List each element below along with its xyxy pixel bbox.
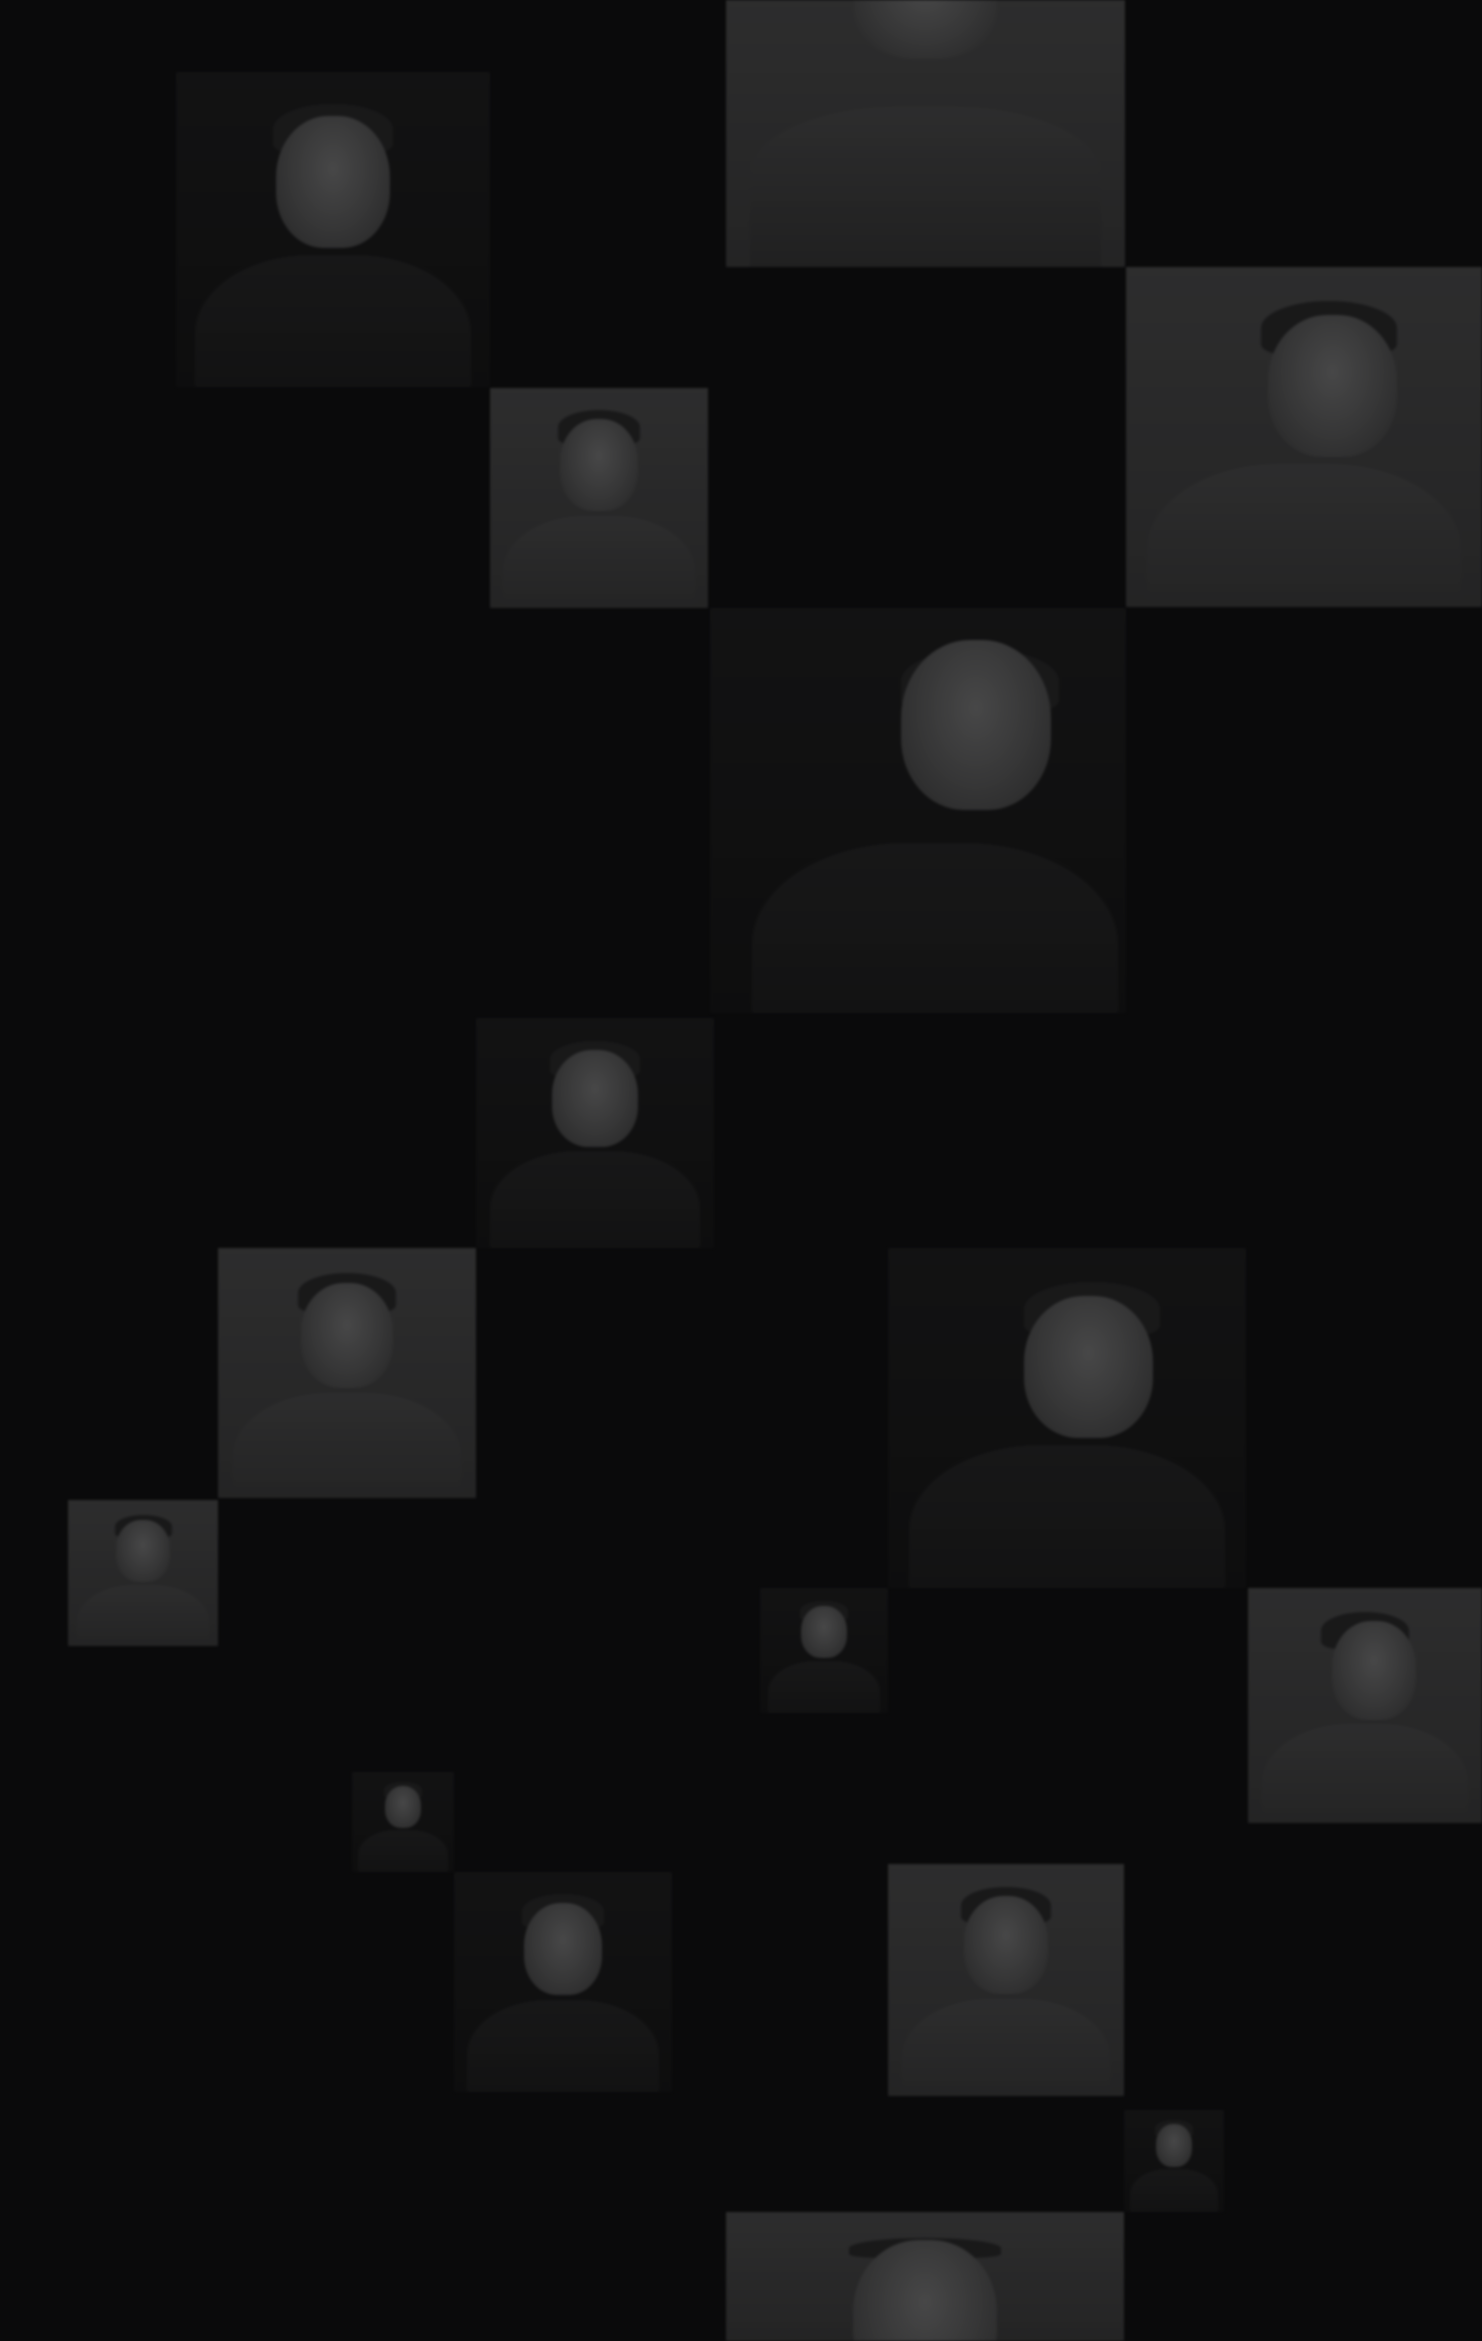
portrait-photo-3 [490,388,708,608]
portrait-photo-16 [726,2212,1124,2341]
portrait-photo-15 [1124,2110,1224,2212]
portrait-photo-11 [1248,1588,1482,1823]
portrait-photo-8 [888,1248,1246,1588]
portrait-photo-4 [1126,267,1482,607]
portrait-photo-13 [454,1872,672,2092]
portrait-photo-12 [352,1772,454,1872]
portrait-photo-2 [726,0,1125,267]
portrait-photo-6 [476,1018,714,1248]
portrait-photo-10 [760,1588,888,1713]
portrait-photo-9 [68,1500,218,1646]
portrait-photo-1 [176,72,490,387]
portrait-mosaic [0,0,1482,2341]
portrait-photo-14 [888,1864,1124,2096]
portrait-photo-5 [710,608,1126,1013]
portrait-photo-7 [218,1248,476,1498]
